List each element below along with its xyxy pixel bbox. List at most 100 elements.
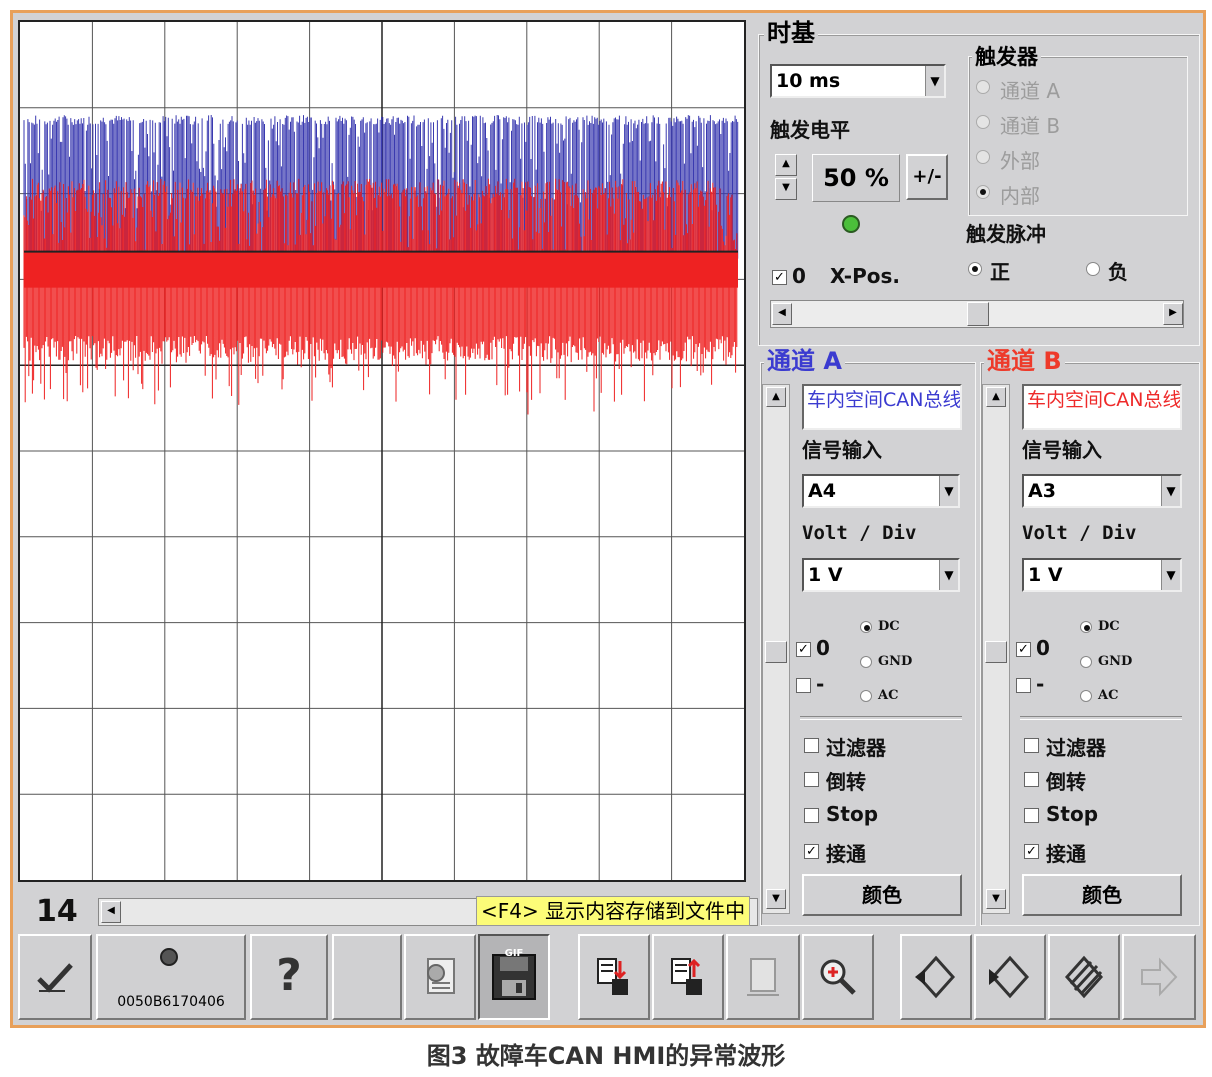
trigger-down-button[interactable]: ▼ — [775, 178, 797, 200]
scroll-thumb[interactable] — [967, 302, 989, 326]
scroll-right-icon[interactable]: ▶ — [1163, 303, 1183, 325]
help-button[interactable]: ? — [250, 934, 328, 1020]
channel-b-gnd-label: GND — [1098, 654, 1133, 669]
channel-a-vdiv-value: 1 V — [808, 564, 843, 586]
trigger-option-radio — [976, 115, 990, 129]
channel-b-vdiv-select[interactable]: 1 V ▼ — [1022, 558, 1182, 592]
channel-a-color-button[interactable]: 颜色 — [802, 874, 962, 916]
channel-a-zero-checkbox[interactable]: ✓ — [796, 642, 811, 657]
channel-a-divider — [800, 716, 962, 720]
pulse-positive-radio[interactable] — [968, 262, 982, 276]
channel-b-filter-checkbox[interactable] — [1024, 738, 1039, 753]
channel-b-stop-checkbox[interactable] — [1024, 808, 1039, 823]
xpos-scrollbar[interactable]: ◀ ▶ — [770, 300, 1184, 328]
pulse-negative-radio[interactable] — [1086, 262, 1100, 276]
cursor-left-button[interactable] — [900, 934, 972, 1020]
channel-b-input-select[interactable]: A3 ▼ — [1022, 474, 1182, 508]
channel-a-dc-radio[interactable] — [860, 621, 872, 633]
save-format-label: GIF — [504, 948, 524, 959]
figure-caption: 图3 故障车CAN HMI的异常波形 — [426, 1042, 786, 1070]
export-down-button[interactable] — [578, 934, 650, 1020]
channel-a-filter-checkbox[interactable] — [804, 738, 819, 753]
plus-minus-button[interactable]: +/- — [906, 154, 948, 200]
channel-b-connect-checkbox[interactable]: ✓ — [1024, 844, 1039, 859]
scroll-thumb[interactable] — [765, 641, 787, 663]
channel-a-vdiv-select[interactable]: 1 V ▼ — [802, 558, 960, 592]
timebase-value: 10 ms — [776, 70, 841, 92]
pulse-negative-label: 负 — [1108, 260, 1128, 284]
scroll-left-icon[interactable]: ◀ — [772, 303, 792, 325]
channel-b-color-button[interactable]: 颜色 — [1022, 874, 1182, 916]
save-gif-button[interactable]: GIF — [478, 934, 550, 1020]
device-led-icon — [160, 948, 178, 966]
channel-a-invert-checkbox[interactable] — [804, 772, 819, 787]
page-button[interactable] — [726, 934, 800, 1020]
xpos-label: X-Pos. — [830, 264, 900, 288]
next-button[interactable] — [1122, 934, 1196, 1020]
document-gear-icon — [427, 958, 455, 994]
trigger-up-button[interactable]: ▲ — [775, 154, 797, 176]
document-import-icon — [671, 958, 702, 995]
channel-a-input-select[interactable]: A4 ▼ — [802, 474, 960, 508]
trigger-pulse-title: 触发脉冲 — [966, 222, 1046, 246]
channel-a-scrollbar[interactable]: ▲ ▼ — [762, 384, 790, 914]
channel-b-input-label: 信号输入 — [1022, 438, 1102, 462]
channel-a-invert-label: 倒转 — [826, 770, 866, 794]
trigger-level-label: 触发电平 — [770, 118, 850, 142]
import-up-button[interactable] — [652, 934, 724, 1020]
channel-a-zero-label: 0 — [816, 636, 830, 660]
scroll-left-icon[interactable]: ◀ — [101, 901, 121, 923]
ok-button[interactable] — [18, 934, 92, 1020]
diamond-left-icon — [915, 955, 956, 999]
timebase-select[interactable]: 10 ms ▼ — [770, 64, 946, 98]
channel-b-vdiv-label: Volt / Div — [1022, 522, 1137, 544]
channel-b-ac-label: AC — [1098, 688, 1119, 703]
channel-a-stop-checkbox[interactable] — [804, 808, 819, 823]
channel-a-ac-radio[interactable] — [860, 690, 872, 702]
channel-a-connect-label: 接通 — [826, 842, 866, 866]
channel-b-gnd-radio[interactable] — [1080, 656, 1092, 668]
scroll-up-icon[interactable]: ▲ — [986, 387, 1006, 407]
channel-b-stop-label: Stop — [1046, 802, 1099, 826]
channel-a-filter-label: 过滤器 — [826, 736, 886, 760]
print-button[interactable] — [404, 934, 476, 1020]
trigger-option-radio — [976, 80, 990, 94]
channel-b-dc-radio[interactable] — [1080, 621, 1092, 633]
scroll-up-icon[interactable]: ▲ — [766, 387, 786, 407]
channel-a-minus-checkbox[interactable] — [796, 678, 811, 693]
zoom-button[interactable] — [802, 934, 874, 1020]
arrow-right-icon — [1141, 957, 1178, 997]
waveform-display — [18, 20, 746, 882]
trigger-option-internal: 内部 — [1000, 184, 1040, 208]
channel-a-connect-checkbox[interactable]: ✓ — [804, 844, 819, 859]
cursor-right-button[interactable] — [974, 934, 1046, 1020]
channel-b-connect-label: 接通 — [1046, 842, 1086, 866]
channel-a-input-value: A4 — [808, 480, 836, 502]
channel-b-filter-label: 过滤器 — [1046, 736, 1106, 760]
hatch-diamond-button[interactable] — [1048, 934, 1120, 1020]
channel-b-dc-label: DC — [1098, 619, 1120, 634]
xpos-checkbox[interactable]: ✓ — [772, 270, 787, 285]
floppy-disk-icon — [492, 954, 536, 1000]
channel-a-name-field[interactable]: 车内空间CAN总线 — [802, 384, 962, 430]
trigger-title: 触发器 — [972, 44, 1041, 70]
scroll-down-icon[interactable]: ▼ — [986, 889, 1006, 909]
channel-b-zero-label: 0 — [1036, 636, 1050, 660]
channel-b-name-field[interactable]: 车内空间CAN总线 — [1022, 384, 1182, 430]
channel-a-gnd-radio[interactable] — [860, 656, 872, 668]
channel-b-invert-checkbox[interactable] — [1024, 772, 1039, 787]
channel-b-zero-checkbox[interactable]: ✓ — [1016, 642, 1031, 657]
device-status-button[interactable]: 0050B6170406 — [96, 934, 246, 1020]
channel-b-ac-radio[interactable] — [1080, 690, 1092, 702]
channel-b-minus-checkbox[interactable] — [1016, 678, 1031, 693]
channel-b-scrollbar[interactable]: ▲ ▼ — [982, 384, 1010, 914]
scroll-thumb[interactable] — [985, 641, 1007, 663]
channel-b-title: 通道 B — [984, 348, 1065, 374]
trigger-level-value: 50 % — [812, 154, 900, 202]
trigger-option-b: 通道 B — [1000, 114, 1061, 138]
scroll-down-icon[interactable]: ▼ — [766, 889, 786, 909]
trigger-option-external: 外部 — [1000, 149, 1040, 173]
channel-b-minus-label: - — [1036, 672, 1045, 696]
channel-a-dc-label: DC — [878, 619, 900, 634]
chevron-down-icon: ▼ — [939, 476, 958, 506]
